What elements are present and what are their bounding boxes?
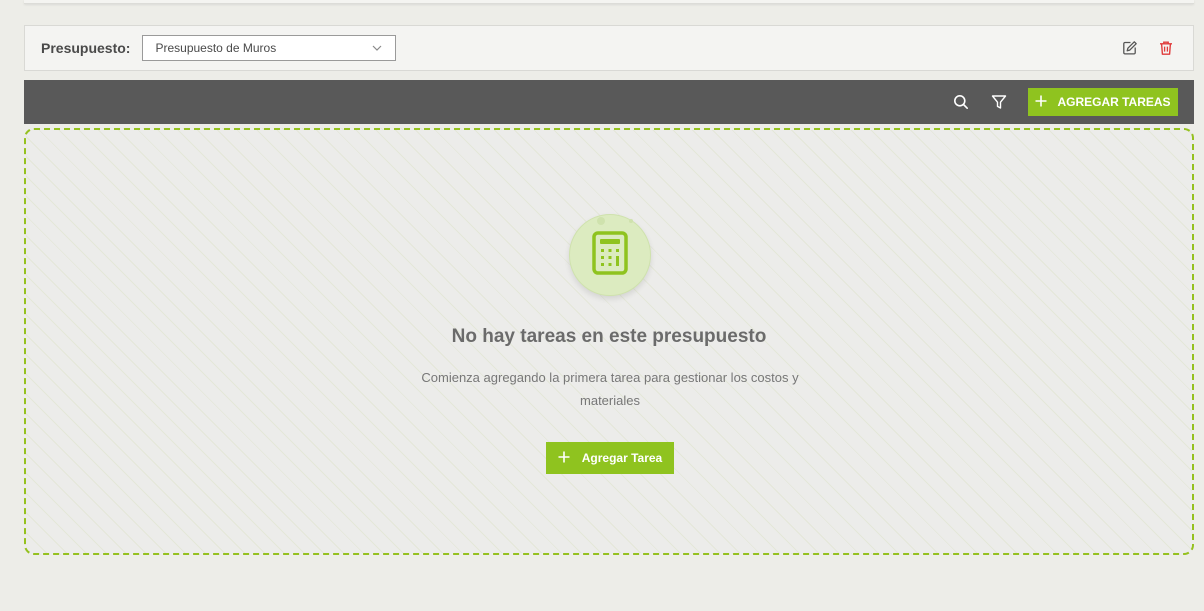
- top-strip: [24, 0, 1194, 4]
- search-icon[interactable]: [952, 93, 970, 111]
- empty-description: Comienza agregando la primera tarea para…: [421, 370, 799, 408]
- add-task-button[interactable]: Agregar Tarea: [546, 442, 674, 474]
- calculator-icon: [591, 230, 629, 280]
- plus-icon: [558, 451, 570, 466]
- budget-actions: [1121, 39, 1175, 57]
- budget-select[interactable]: Presupuesto de Muros: [142, 35, 397, 61]
- budget-select-value: Presupuesto de Muros: [155, 41, 277, 55]
- budget-label: Presupuesto:: [41, 40, 131, 56]
- filter-icon[interactable]: [990, 93, 1008, 111]
- edit-icon[interactable]: [1121, 39, 1139, 57]
- decor-dot: [629, 219, 633, 223]
- chevron-down-icon: [371, 42, 383, 54]
- decor-dot: [597, 217, 605, 225]
- budget-bar: Presupuesto: Presupuesto de Muros: [24, 25, 1194, 71]
- empty-icon-circle: [569, 214, 651, 296]
- empty-title: No hay tareas en este presupuesto: [451, 326, 767, 347]
- tasks-toolbar: AGREGAR TAREAS: [24, 80, 1194, 124]
- add-tasks-label: AGREGAR TAREAS: [1057, 95, 1171, 109]
- empty-icon-wrap: [569, 214, 651, 296]
- add-task-label: Agregar Tarea: [581, 451, 663, 465]
- plus-icon: [1035, 95, 1047, 110]
- empty-tasks-dropzone: No hay tareas en este presupuesto Comien…: [24, 128, 1194, 555]
- add-tasks-button[interactable]: AGREGAR TAREAS: [1028, 88, 1178, 116]
- trash-icon[interactable]: [1157, 39, 1175, 57]
